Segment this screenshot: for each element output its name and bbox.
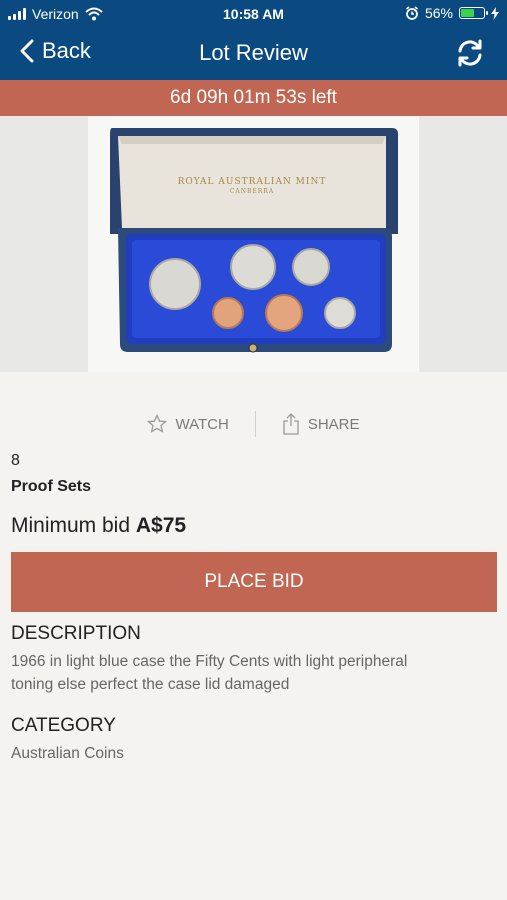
lot-image-area[interactable]: ROYAL AUSTRALIAN MINT CANBERRA <box>0 116 507 372</box>
min-bid-label: Minimum bid <box>11 514 131 537</box>
lot-number: 8 <box>11 452 20 469</box>
alarm-icon <box>405 6 418 20</box>
battery-percent: 56% <box>424 5 453 21</box>
star-icon <box>147 414 168 433</box>
lot-photo[interactable]: ROYAL AUSTRALIAN MINT CANBERRA <box>88 116 419 372</box>
status-bar: Verizon 10:58 AM 56% <box>0 0 507 28</box>
share-button[interactable]: SHARE <box>282 413 360 435</box>
category-text: Australian Coins <box>11 745 124 762</box>
minimum-bid: Minimum bid A$75 <box>11 514 186 538</box>
description-heading: DESCRIPTION <box>11 623 141 644</box>
refresh-icon[interactable] <box>455 38 485 68</box>
lid-text-line2: CANBERRA <box>230 188 274 195</box>
app-header: Verizon 10:58 AM 56% Back Lot Review <box>0 0 507 80</box>
category-heading: CATEGORY <box>11 715 116 736</box>
share-label: SHARE <box>307 415 360 433</box>
share-icon <box>283 413 299 435</box>
watch-label: WATCH <box>175 415 229 433</box>
time-left-banner: 6d 09h 01m 53s left <box>0 80 507 116</box>
lot-actions: WATCH SHARE <box>0 404 507 444</box>
description-line1: 1966 in light blue case the Fifty Cents … <box>11 653 408 670</box>
description-line2: toning else perfect the case lid damaged <box>11 676 290 693</box>
page-title: Lot Review <box>199 40 308 65</box>
nav-bar: Back Lot Review <box>0 30 507 76</box>
watch-button[interactable]: WATCH <box>147 414 229 434</box>
place-bid-button[interactable]: PLACE BID <box>11 552 497 612</box>
lid-text-line1: ROYAL AUSTRALIAN MINT <box>178 177 327 187</box>
status-right: 56% <box>405 5 499 21</box>
lot-title: Proof Sets <box>11 478 92 495</box>
min-bid-value: A$75 <box>135 514 187 537</box>
actions-divider <box>254 411 256 437</box>
charging-bolt-icon <box>491 6 499 20</box>
battery-icon <box>459 7 488 19</box>
